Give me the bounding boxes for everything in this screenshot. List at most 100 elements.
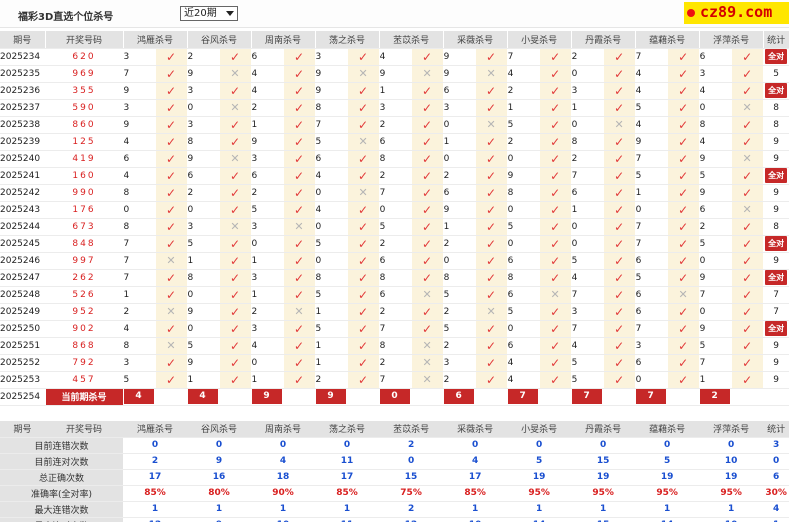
result-mark-cell: ✕ bbox=[411, 337, 444, 355]
summary-value: 9 bbox=[187, 517, 252, 522]
summary-label: 准确率(全对率) bbox=[0, 485, 123, 502]
check-icon: ✓ bbox=[614, 219, 625, 234]
kill-number-cell: 6 bbox=[571, 184, 604, 202]
check-icon: ✓ bbox=[165, 287, 177, 302]
result-mark-cell: ✓ bbox=[155, 82, 188, 100]
check-icon: ✓ bbox=[742, 83, 753, 98]
kill-number-cell: 5 bbox=[571, 252, 604, 270]
kill-number-cell: 5 bbox=[507, 116, 540, 134]
period-cell: 2025234 bbox=[0, 48, 46, 66]
check-icon: ✓ bbox=[550, 100, 561, 115]
kill-number-cell: 5 bbox=[187, 235, 220, 253]
kill-number-cell: 5 bbox=[443, 320, 476, 338]
current-period-row: 2025254 当前期杀号 4 4 9 9 0 6 7 7 7 2 bbox=[0, 388, 789, 406]
kill-number-cell: 7 bbox=[507, 48, 540, 66]
table-row: 2025240 419 6 ✓ 9 ✕ 3 ✓ 6 ✓ 8 ✓ 0 ✓ 0 ✓ 2 ✓ 7 ✓ 9 ✕ 9 bbox=[0, 150, 789, 168]
result-mark-cell: ✓ bbox=[475, 150, 508, 168]
check-icon: ✓ bbox=[678, 168, 689, 183]
result-mark-cell: ✓ bbox=[219, 286, 252, 304]
check-icon: ✓ bbox=[229, 372, 241, 387]
kill-number-table: 期号 开奖号码 鸿雁杀号 谷风杀号 周南杀号 荡之杀号 苤苡杀号 采薇杀号 小旻杀号 丹霞杀号 蕴藉… bbox=[0, 31, 789, 406]
summary-label: 最大连错次数 bbox=[0, 501, 123, 518]
result-mark-cell: ✓ bbox=[539, 218, 572, 236]
stat-count: 5 bbox=[773, 68, 780, 79]
summary-value: 19 bbox=[571, 469, 636, 486]
stat-cell: 9 bbox=[763, 354, 789, 372]
summary-value: 19 bbox=[699, 469, 764, 486]
kill-number-cell: 7 bbox=[699, 354, 732, 372]
kill-number-cell: 5 bbox=[315, 133, 348, 151]
check-icon: ✓ bbox=[422, 202, 433, 217]
kill-number-cell: 8 bbox=[571, 133, 604, 151]
result-mark-cell: ✓ bbox=[155, 269, 188, 287]
kill-number-cell: 6 bbox=[507, 286, 540, 304]
result-mark-cell: ✓ bbox=[283, 99, 316, 117]
check-icon: ✓ bbox=[486, 49, 497, 64]
summary-row: 最大连错次数 1 1 1 1 2 1 1 1 1 1 4 bbox=[0, 501, 789, 518]
kill-number-cell: 8 bbox=[443, 269, 476, 287]
result-mark-cell: ✓ bbox=[411, 201, 444, 219]
kill-number-cell: 2 bbox=[187, 184, 220, 202]
summary-value: 1 bbox=[507, 501, 572, 518]
check-icon: ✓ bbox=[486, 100, 497, 115]
current-kill-cell: 7 bbox=[507, 388, 572, 406]
result-mark-cell: ✓ bbox=[283, 65, 316, 83]
result-mark-cell: ✓ bbox=[603, 337, 636, 355]
result-mark-cell: ✓ bbox=[411, 48, 444, 66]
summary-label: 最大连对次数 bbox=[0, 517, 123, 522]
result-mark-cell: ✓ bbox=[283, 184, 316, 202]
cross-icon: ✕ bbox=[422, 288, 432, 301]
kill-number-cell: 6 bbox=[443, 184, 476, 202]
check-icon: ✓ bbox=[358, 49, 369, 64]
check-icon: ✓ bbox=[294, 66, 305, 81]
check-icon: ✓ bbox=[742, 134, 753, 149]
kill-number-cell: 4 bbox=[315, 167, 348, 185]
header-killer-9: 蕴藉杀号 bbox=[635, 421, 700, 438]
result-mark-cell: ✓ bbox=[283, 320, 316, 338]
check-icon: ✓ bbox=[614, 134, 625, 149]
all-correct-badge: 全对 bbox=[765, 168, 788, 183]
result-mark-cell: ✓ bbox=[667, 337, 700, 355]
summary-row: 目前连错次数 0 0 0 0 2 0 0 0 0 0 3 bbox=[0, 437, 789, 454]
result-mark-cell: ✓ bbox=[667, 150, 700, 168]
result-mark-cell: ✓ bbox=[539, 99, 572, 117]
result-mark-cell: ✓ bbox=[411, 150, 444, 168]
result-mark-cell: ✓ bbox=[475, 320, 508, 338]
summary-value: 15 bbox=[571, 517, 636, 522]
kill-number-cell: 0 bbox=[507, 201, 540, 219]
brand-logo[interactable]: cz89.com bbox=[684, 2, 789, 24]
stat-cell: 全对 bbox=[763, 48, 789, 66]
check-icon: ✓ bbox=[358, 304, 369, 319]
summary-value: 4 bbox=[443, 453, 508, 470]
check-icon: ✓ bbox=[742, 236, 753, 251]
summary-value: 95% bbox=[699, 485, 764, 502]
kill-number-cell: 7 bbox=[123, 252, 156, 270]
result-mark-cell: ✓ bbox=[155, 286, 188, 304]
result-mark-cell: ✕ bbox=[603, 116, 636, 134]
check-icon: ✓ bbox=[358, 100, 369, 115]
period-cell: 2025246 bbox=[0, 252, 46, 270]
result-mark-cell: ✕ bbox=[155, 303, 188, 321]
summary-value: 30% bbox=[763, 485, 789, 502]
result-mark-cell: ✓ bbox=[219, 116, 252, 134]
check-icon: ✓ bbox=[614, 338, 625, 353]
result-mark-cell: ✓ bbox=[667, 269, 700, 287]
result-mark-cell: ✓ bbox=[731, 320, 764, 338]
check-icon: ✓ bbox=[550, 304, 561, 319]
check-icon: ✓ bbox=[678, 321, 689, 336]
current-kill-number: 4 bbox=[123, 389, 154, 404]
check-icon: ✓ bbox=[422, 49, 433, 64]
cross-icon: ✕ bbox=[678, 288, 688, 301]
check-icon: ✓ bbox=[550, 270, 561, 285]
kill-number-cell: 3 bbox=[571, 82, 604, 100]
kill-number-cell: 7 bbox=[571, 167, 604, 185]
period-select[interactable]: 近20期 bbox=[180, 6, 238, 21]
table-row: 2025247 262 7 ✓ 8 ✓ 3 ✓ 8 ✓ 8 ✓ 8 ✓ 8 ✓ 4 ✓ 5 ✓ 9 ✓ 全对 bbox=[0, 269, 789, 287]
stat-cell: 9 bbox=[763, 133, 789, 151]
check-icon: ✓ bbox=[742, 185, 753, 200]
cross-icon: ✕ bbox=[422, 356, 432, 369]
result-mark-cell: ✓ bbox=[475, 354, 508, 372]
draw-code-cell: 902 bbox=[45, 320, 124, 338]
check-icon: ✓ bbox=[165, 100, 177, 115]
kill-number-cell: 3 bbox=[123, 48, 156, 66]
